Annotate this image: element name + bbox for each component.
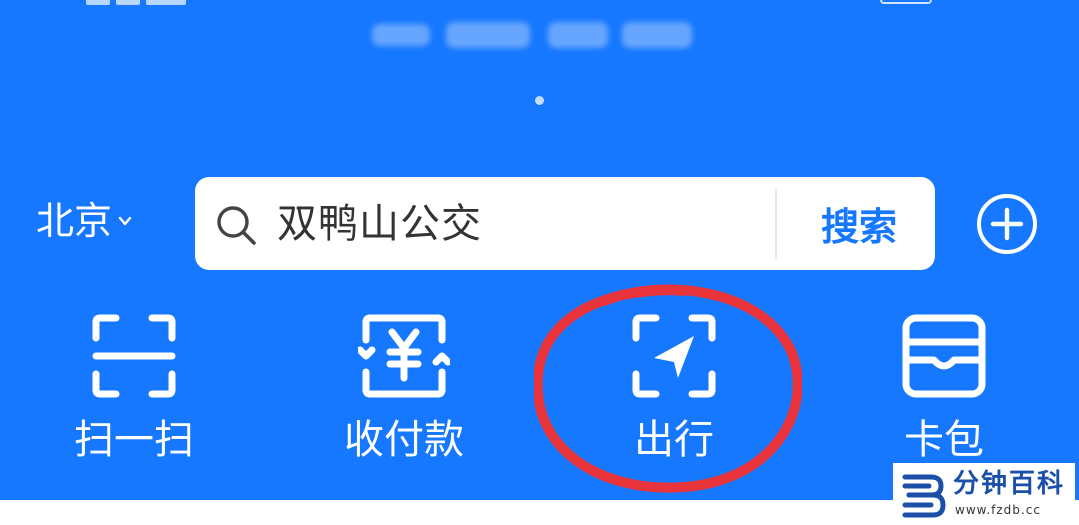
watermark-badge: 分钟百科 www.fzdb.cc xyxy=(893,463,1075,525)
search-divider xyxy=(775,189,777,259)
scan-icon xyxy=(92,314,176,398)
status-bar-signal xyxy=(86,0,286,6)
action-label: 卡包 xyxy=(904,417,984,463)
search-bar[interactable]: 双鸭山公交 搜索 xyxy=(195,177,935,270)
action-label: 收付款 xyxy=(344,417,464,463)
city-selector[interactable]: 北京 xyxy=(36,198,132,244)
action-scan[interactable]: 扫一扫 xyxy=(54,310,214,470)
wallet-icon xyxy=(902,314,986,398)
battery-icon xyxy=(880,0,932,4)
chevron-down-icon xyxy=(118,216,132,226)
brand-logo xyxy=(372,18,702,52)
search-input[interactable]: 双鸭山公交 xyxy=(277,201,482,247)
action-wallet[interactable]: 卡包 xyxy=(864,310,1024,470)
search-icon xyxy=(217,206,256,245)
red-highlight-circle xyxy=(534,284,802,493)
status-bar-right xyxy=(880,0,1010,6)
add-plus-icon[interactable] xyxy=(975,192,1039,256)
page-indicator-dot xyxy=(535,96,544,105)
city-label: 北京 xyxy=(36,199,113,243)
action-pay[interactable]: 收付款 xyxy=(324,310,484,470)
watermark-logo-icon xyxy=(902,474,946,518)
alipay-home-screen: 北京 双鸭山公交 搜索 扫一扫 收付款 出行 卡包 分钟百科 www.fzdb.… xyxy=(0,0,1079,525)
action-label: 扫一扫 xyxy=(74,417,194,463)
watermark-url: www.fzdb.cc xyxy=(955,503,1041,517)
yuan-payment-icon xyxy=(358,314,450,398)
watermark-name: 分钟百科 xyxy=(953,469,1066,499)
search-button[interactable]: 搜索 xyxy=(783,177,935,270)
